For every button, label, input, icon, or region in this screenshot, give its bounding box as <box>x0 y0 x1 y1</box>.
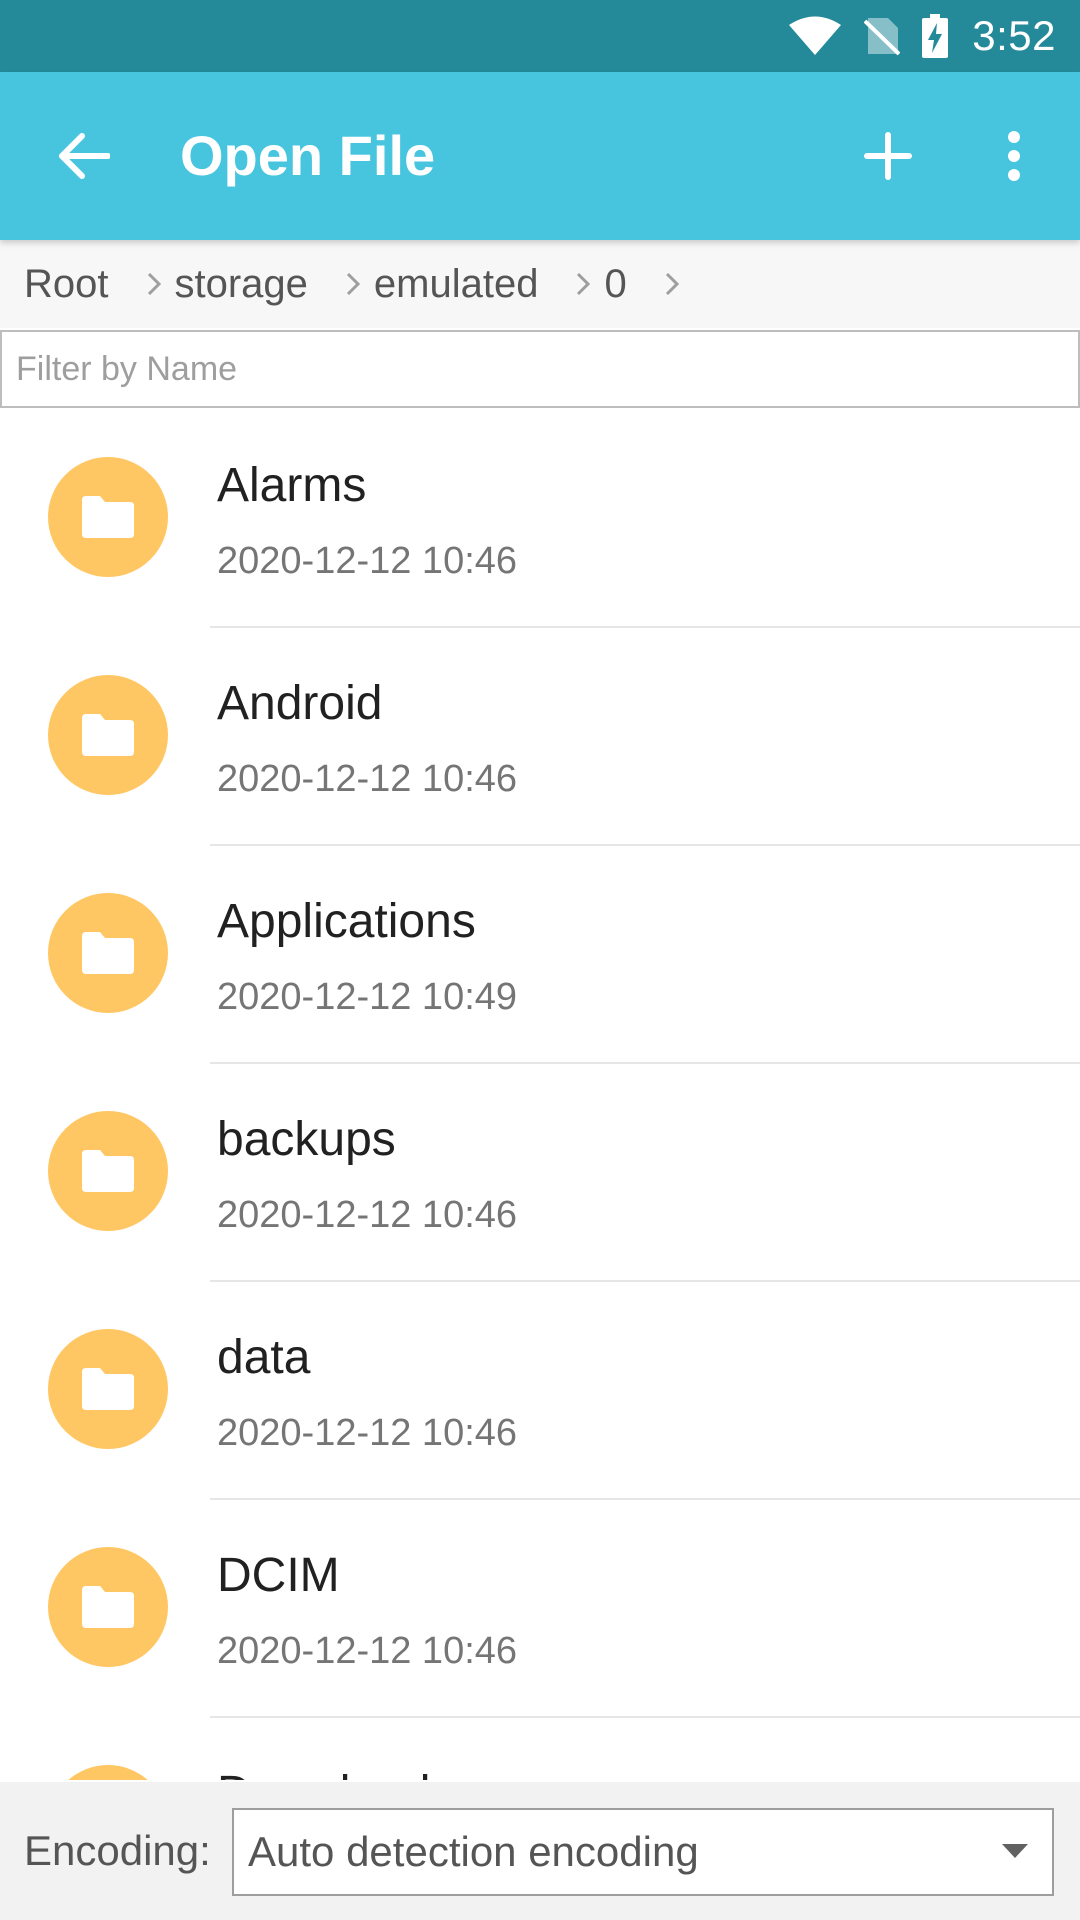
battery-charging-icon <box>922 14 949 58</box>
dropdown-arrow-icon <box>1002 1844 1028 1863</box>
file-date: 2020-12-12 10:46 <box>217 1630 518 1672</box>
back-button[interactable] <box>36 112 132 200</box>
file-name: Download <box>217 1766 430 1780</box>
arrow-back-icon <box>59 133 110 179</box>
file-date: 2020-12-12 10:46 <box>217 1194 518 1236</box>
page-title: Open File <box>180 124 436 187</box>
more-vert-icon <box>1008 131 1020 181</box>
file-name: data <box>217 1331 311 1384</box>
file-row-alarms[interactable]: Alarms 2020-12-12 10:46 <box>0 410 1080 628</box>
folder-icon <box>48 675 168 795</box>
file-row-backups[interactable]: backups 2020-12-12 10:46 <box>0 1064 1080 1282</box>
breadcrumb-0[interactable]: 0 <box>604 262 626 307</box>
chevron-right-icon <box>665 272 679 296</box>
encoding-bar: Encoding: Auto detection encoding <box>0 1782 1080 1920</box>
file-name: backups <box>217 1113 396 1166</box>
file-list: Alarms 2020-12-12 10:46 Android 2020-12-… <box>0 410 1080 1780</box>
file-row-data[interactable]: data 2020-12-12 10:46 <box>0 1282 1080 1500</box>
file-row-dcim[interactable]: DCIM 2020-12-12 10:46 <box>0 1500 1080 1718</box>
folder-icon <box>48 893 168 1013</box>
filter-field <box>0 330 1080 408</box>
more-options-button[interactable] <box>966 112 1062 200</box>
file-date: 2020-12-12 10:49 <box>217 976 518 1018</box>
file-date: 2020-12-12 10:46 <box>217 540 518 582</box>
plus-icon <box>864 132 912 180</box>
filter-input[interactable] <box>2 332 1078 406</box>
file-date: 2020-12-12 10:46 <box>217 758 518 800</box>
folder-icon <box>48 1329 168 1449</box>
breadcrumb-emulated[interactable]: emulated <box>374 262 539 307</box>
wifi-icon <box>788 16 842 56</box>
chevron-right-icon <box>346 272 360 296</box>
encoding-selected-value: Auto detection encoding <box>248 1828 699 1875</box>
chevron-right-icon <box>147 272 161 296</box>
folder-icon <box>48 457 168 577</box>
status-time: 3:52 <box>972 12 1056 59</box>
file-name: DCIM <box>217 1549 340 1602</box>
file-name: Applications <box>217 895 476 948</box>
status-icons: 3:52 <box>766 0 1056 72</box>
breadcrumb-storage[interactable]: storage <box>175 262 308 307</box>
encoding-dropdown[interactable]: Auto detection encoding <box>232 1808 1054 1896</box>
file-name: Android <box>217 677 383 730</box>
file-row-android[interactable]: Android 2020-12-12 10:46 <box>0 628 1080 846</box>
folder-icon <box>48 1765 168 1780</box>
file-date: 2020-12-12 10:46 <box>217 1412 518 1454</box>
open-file-screen: 3:52 Open File Root storage emulated 0 F… <box>0 0 1080 1920</box>
file-name: Alarms <box>217 459 367 512</box>
encoding-label: Encoding: <box>24 1827 211 1874</box>
file-row-applications[interactable]: Applications 2020-12-12 10:49 <box>0 846 1080 1064</box>
add-button[interactable] <box>840 112 936 200</box>
file-row-download[interactable]: Download <box>0 1718 1080 1780</box>
breadcrumb-root[interactable]: Root <box>0 262 109 307</box>
no-sim-icon <box>864 16 901 56</box>
chevron-right-icon <box>576 272 591 296</box>
folder-icon <box>48 1547 168 1667</box>
folder-icon <box>48 1111 168 1231</box>
status-bar: 3:52 <box>0 0 1080 72</box>
app-bar: Open File <box>0 72 1080 240</box>
breadcrumb: Root storage emulated 0 <box>0 240 1080 328</box>
